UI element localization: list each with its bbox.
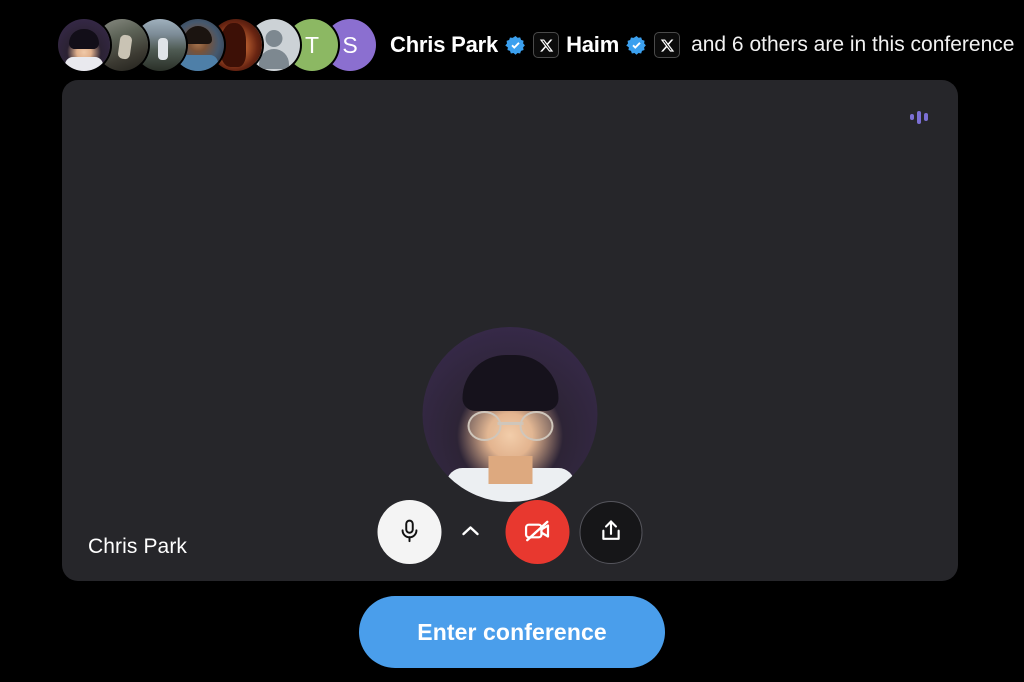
- verified-badge-icon: [626, 35, 647, 56]
- avatar: [423, 327, 598, 502]
- stack-avatar-initial: S: [342, 32, 357, 59]
- other-participants-label: and 6 others are in this conference: [691, 33, 1014, 57]
- enter-conference-button[interactable]: Enter conference: [359, 596, 665, 668]
- conference-header: T S Chris Park Haim: [58, 14, 1014, 76]
- participant-avatar-stack[interactable]: T S: [58, 19, 362, 71]
- glasses-lens-left: [467, 411, 501, 441]
- person-silhouette-icon: [266, 30, 283, 47]
- share-upload-icon: [598, 517, 625, 547]
- share-screen-button[interactable]: [580, 501, 643, 564]
- x-logo-icon[interactable]: [533, 32, 559, 58]
- avatar-neck: [488, 456, 532, 484]
- avatar-glasses: [467, 411, 553, 437]
- video-preview-panel: Chris Park: [62, 80, 958, 581]
- person-silhouette-body-icon: [259, 49, 289, 69]
- microphone-toggle-button[interactable]: [378, 500, 442, 564]
- participant-name-primary[interactable]: Chris Park: [390, 32, 498, 58]
- glasses-lens-right: [519, 411, 553, 441]
- microphone-icon: [397, 518, 423, 547]
- participant-name-label: Chris Park: [88, 535, 187, 559]
- audio-level-bar: [924, 113, 928, 121]
- audio-level-indicator-icon: [910, 110, 928, 124]
- conference-prejoin-screen: T S Chris Park Haim: [0, 0, 1024, 682]
- audio-level-bar: [917, 111, 921, 124]
- microphone-options-button[interactable]: [454, 500, 488, 564]
- chevron-up-icon: [459, 519, 483, 546]
- avatar-hair: [462, 355, 558, 411]
- conference-participants-text: Chris Park Haim: [390, 32, 1014, 58]
- camera-toggle-button[interactable]: [506, 500, 570, 564]
- stack-avatar-1[interactable]: [58, 19, 110, 71]
- camera-off-icon: [524, 517, 552, 548]
- verified-badge-icon: [505, 35, 526, 56]
- media-controls: [378, 500, 643, 564]
- stack-avatar-initial: T: [305, 32, 319, 59]
- x-logo-icon[interactable]: [654, 32, 680, 58]
- participant-name-secondary[interactable]: Haim: [566, 32, 619, 58]
- audio-level-bar: [910, 114, 914, 120]
